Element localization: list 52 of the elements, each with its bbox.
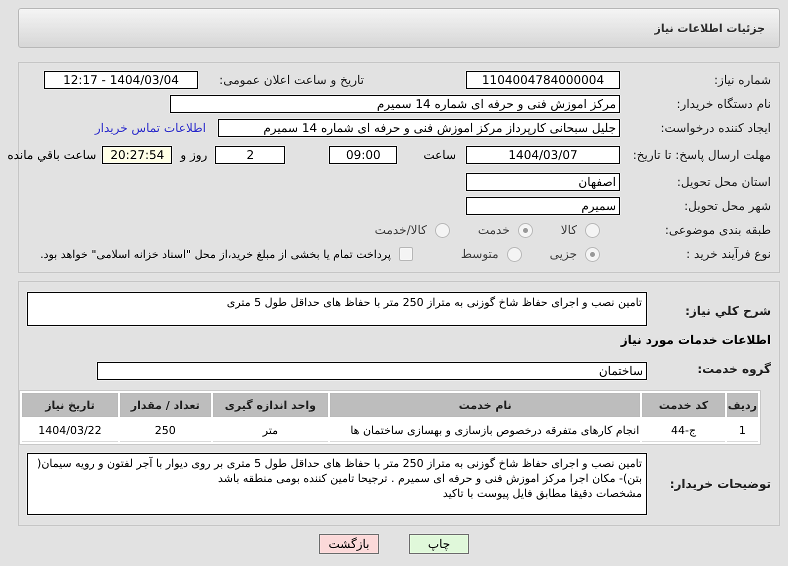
table-cell: انجام کارهای متفرقه درخصوص بازسازی و بهسازی ساختمان ها — [330, 419, 640, 442]
deadline-date-field[interactable]: 1404/03/07 — [466, 146, 620, 164]
column-header: واحد اندازه گیری — [212, 393, 328, 417]
field-label: شرح کلي نياز: — [684, 304, 772, 318]
column-header: تاریخ نیاز — [22, 393, 118, 417]
field-label: نوع فرآیند خرید : — [685, 246, 772, 262]
radio-label: خدمت — [478, 223, 510, 237]
field-label: توضیحات خریدار: — [668, 476, 772, 492]
field-label: شماره نیاز: — [713, 72, 772, 88]
announce-date-field[interactable]: 1404/03/04 - 12:17 — [44, 71, 198, 89]
city-field[interactable]: سمیرم — [466, 197, 620, 215]
checkbox[interactable] — [398, 247, 413, 261]
print-button[interactable]: چاپ — [409, 534, 469, 554]
page-title: جزئیات اطلاعات نیاز — [654, 22, 765, 34]
creator-field[interactable]: جلیل سبحانی کارپرداز مرکز اموزش فنی و حرفه ای شماره 14 سمیرم — [218, 119, 620, 137]
radio-label: جزیی — [550, 247, 577, 261]
service-group-field[interactable]: ساختمان — [97, 362, 647, 380]
field-label: تاریخ و ساعت اعلان عمومی: — [218, 72, 365, 88]
field-label: طبقه بندی موضوعی: — [664, 222, 772, 238]
province-field[interactable]: اصفهان — [466, 173, 620, 191]
table-cell: ج-44 — [642, 419, 725, 442]
field-label: روز و — [180, 148, 208, 162]
field-label: گروه خدمت: — [696, 362, 772, 376]
field-label: شهر محل تحویل: — [683, 198, 772, 214]
field-label: مهلت ارسال پاسخ: تا تاریخ: — [632, 148, 772, 162]
field-label: ساعت — [423, 148, 456, 162]
column-header: ردیف — [726, 393, 758, 417]
table-cell: متر — [212, 419, 328, 442]
back-button[interactable]: بازگشت — [319, 534, 379, 554]
column-header: نام خدمت — [330, 393, 640, 417]
buyer-notes-textarea[interactable]: تامین نصب و اجرای حفاظ شاخ گوزنی به متراز 250 متر با حفاظ های حداقل طول 5 متری بر روی دیوار با آجر لفتون و رویه سیمان( بتن)- مکان اجرا مرکز اموزش فنی و حرفه ای سمیرم . ترجیحا تامین کننده بومی منطقه باشد مشخصات دقیقا مطابق فایل پیوست با تاکید — [27, 453, 647, 515]
field-label: نام دستگاه خریدار: — [676, 96, 772, 112]
table-cell: 1 — [726, 419, 758, 442]
radio-label: کالا/خدمت — [374, 223, 427, 237]
field-label: استان محل تحویل: — [676, 174, 772, 190]
section-title: اطلاعات خدمات مورد نیاز — [619, 332, 772, 349]
column-header: تعداد / مقدار — [120, 393, 211, 417]
table-cell: 1404/03/22 — [22, 419, 118, 442]
summary-textarea[interactable]: تامین نصب و اجرای حفاظ شاخ گوزنی به متراز 250 متر با حفاظ های حداقل طول 5 متری — [27, 292, 647, 326]
remaining-time-field: 20:27:54 — [102, 146, 172, 164]
radio-label: کالا — [560, 223, 577, 237]
deadline-time-field[interactable]: 09:00 — [329, 146, 398, 164]
need-number-field[interactable]: 1104004784000004 — [466, 71, 620, 89]
column-header: کد خدمت — [642, 393, 725, 417]
days-field[interactable]: 2 — [215, 146, 286, 164]
field-label: ساعت باقي مانده — [7, 148, 96, 162]
checkbox-label: پرداخت تمام یا بخشی از مبلغ خرید،از محل "اسناد خزانه اسلامی" خواهد بود. — [40, 248, 391, 260]
table-cell: 250 — [120, 419, 211, 442]
buyer-name-field[interactable]: مرکز اموزش فنی و حرفه ای شماره 14 سمیرم — [170, 95, 620, 113]
buyer-contact-link[interactable]: اطلاعات تماس خریدار — [94, 121, 206, 135]
radio-label: متوسط — [460, 247, 499, 261]
field-label: ایجاد کننده درخواست: — [659, 120, 772, 136]
